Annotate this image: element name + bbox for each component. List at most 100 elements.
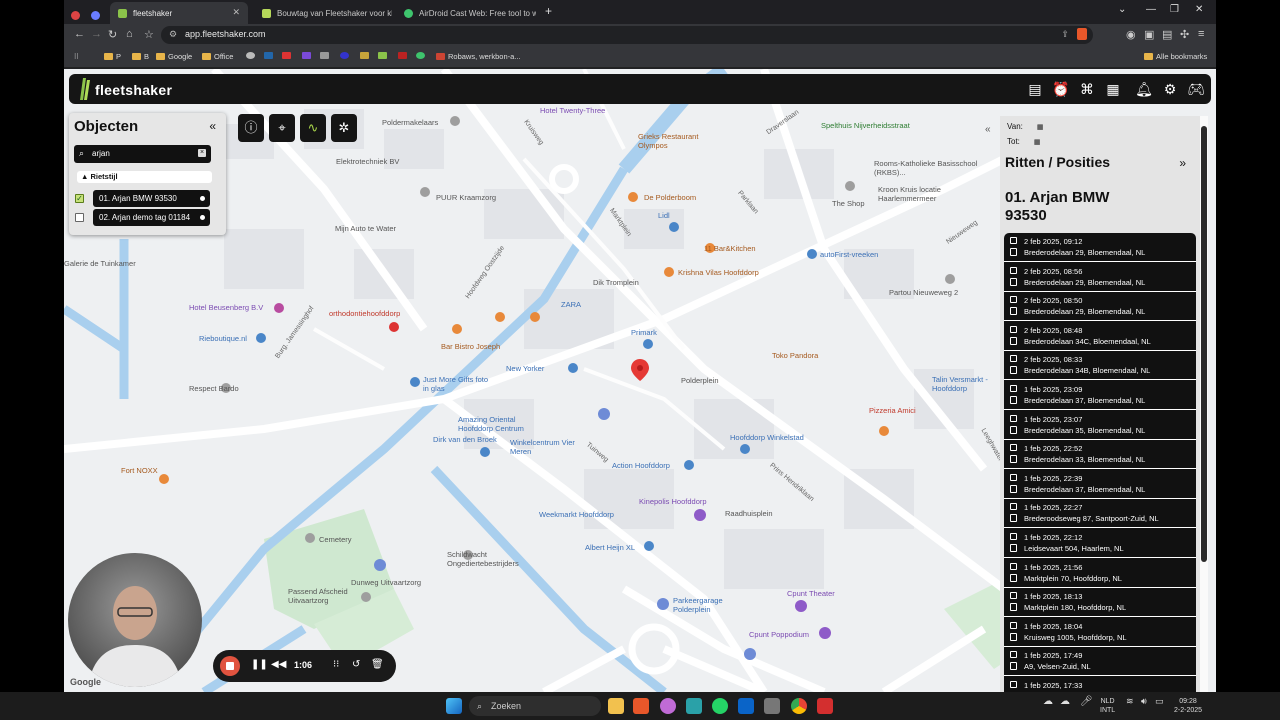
collapse-panel-button[interactable]: « [209,119,216,133]
microphone-icon[interactable]: 🎤︎ [1080,697,1093,707]
whatsapp-icon[interactable] [712,698,728,714]
map-place-label[interactable]: Mijn Auto te Water [335,224,396,233]
minimize-icon[interactable]: — [1146,4,1156,15]
alarm-icon[interactable]: ⏰ [1052,80,1070,98]
clear-search-icon[interactable]: × [198,149,206,157]
trip-entry[interactable]: 1 feb 2025, 18:13 Marktplein 180, Hoofddo… [1004,588,1196,618]
extension-icon[interactable]: ◉ [1126,28,1136,41]
cloud-icon[interactable]: ☁ [1043,697,1053,707]
map-place-label[interactable]: Weekmarkt Hoofddorp [539,510,614,519]
map-place-label[interactable]: Respect Bardo [189,384,239,393]
map-place-label[interactable]: 11 Bar&Kitchen [704,244,756,253]
tab-airdroid[interactable]: AirDroid Cast Web: Free tool to wir [396,2,536,24]
map-place-label[interactable]: Kinepolis Hoofddorp [639,497,707,506]
brave-browser-icon[interactable] [633,698,649,714]
bookmark-icon-item[interactable] [378,52,390,59]
map-place-label[interactable]: Parkeergarage Polderplein [673,596,743,614]
reload-icon[interactable]: ↻ [108,28,117,41]
map-place-label[interactable]: De Polderboom [644,193,696,202]
close-window-icon[interactable]: ✕ [1195,4,1203,15]
map-place-label[interactable]: Primark [631,328,657,337]
map-place-label[interactable]: Schildwacht Ongediertebestrijders [447,550,527,568]
map-place-label[interactable]: Hoofddorp Winkelstad [730,433,804,442]
calendar-icon[interactable]: ▦ [1034,138,1041,146]
map-place-label[interactable]: Raadhuisplein [725,509,773,518]
map-place-label[interactable]: Albert Heijn XL [585,543,635,552]
bookmark-folder[interactable]: Office [202,52,233,61]
map-place-label[interactable]: Rieboutique.nl [199,334,247,343]
route-icon[interactable]: ⌘ [1078,80,1096,98]
home-icon[interactable]: ⌂ [126,28,133,40]
bookmark-folder[interactable]: B [132,52,149,61]
map-place-label[interactable]: PUUR Kraamzorg [436,193,496,202]
bookmark-robaws[interactable]: Robaws, werkbon-a... [436,52,521,61]
apps-icon[interactable]: ⁝⁝ [74,52,79,61]
map-place-label[interactable]: Just More Gifts foto in glas [423,375,493,393]
date-from-field[interactable]: Van: ▦ [1007,122,1044,131]
map-place-label[interactable]: Spelthuis Nijverheidsstraat [821,121,911,130]
map-place-label[interactable]: Cemetery [319,535,352,544]
object-checkbox[interactable] [75,213,84,222]
outlook-icon[interactable] [738,698,754,714]
object-checkbox[interactable]: ✓ [75,194,84,203]
bell-icon[interactable]: 🔔︎ [1135,80,1153,98]
clock[interactable]: 09:28 2-2-2025 [1174,697,1202,715]
bookmark-icon-item[interactable] [282,52,294,59]
map-place-label[interactable]: The Shop [832,199,865,208]
trip-entry[interactable]: 1 feb 2025, 21:56 Marktplein 70, Hoofddor… [1004,559,1196,588]
close-tab-icon[interactable]: ✕ [232,7,240,18]
trip-entry[interactable]: 1 feb 2025, 22:39 Brederodelaan 37, Bloem… [1004,470,1196,499]
map-place-label[interactable]: Cpunt Theater [787,589,835,598]
map-place-label[interactable]: Bar Bistro Joseph [441,342,500,351]
battery-icon[interactable]: ▭ [1155,697,1164,706]
map-place-label[interactable]: Hotel Twenty-Three [540,106,605,115]
location-button[interactable]: ⌖ [269,114,295,142]
map-place-label[interactable]: Amazing Oriental Hoofddorp Centrum [458,415,540,433]
trip-entry[interactable]: 1 feb 2025, 22:12 Leidsevaart 504, Haarle… [1004,529,1196,558]
map-place-label[interactable]: orthodontiehoofddorp [329,309,400,318]
trip-entry[interactable]: 1 feb 2025, 17:33 [1004,677,1196,692]
trip-entry[interactable]: 2 feb 2025, 09:12 Brederodelaan 29, Bloem… [1004,233,1196,262]
bookmark-icon-item[interactable] [360,52,372,59]
restore-icon[interactable]: ❐ [1170,4,1179,15]
trip-entry[interactable]: 2 feb 2025, 08:50 Brederodelaan 29, Bloem… [1004,292,1196,322]
map-place-label[interactable]: Action Hoofddorp [612,461,670,470]
app-icon[interactable] [764,698,780,714]
map-place-label[interactable]: Partou Nieuweweg 2 [889,288,958,297]
app-logo[interactable]: fleetshaker [95,82,172,98]
bookmark-icon-item[interactable] [398,52,410,59]
menu-icon[interactable]: ≡ [1198,28,1204,40]
map-place-label[interactable]: ZARA [561,300,581,309]
map-place-label[interactable]: Krishna Vilas Hoofddorp [678,268,768,277]
map-place-label[interactable]: Rooms-Katholieke Basisschool (RKBS)... [874,159,994,177]
calendar-icon[interactable]: ▦ [1037,123,1044,131]
gamepad-icon[interactable]: 🎮︎ [1187,80,1205,98]
map-place-label[interactable]: Pizzeria Amici [869,406,916,415]
bookmark-icon-item[interactable] [416,52,428,59]
brave-shield-icon[interactable] [1077,28,1087,40]
tab-search-icon[interactable]: ⌄ [1118,4,1126,15]
trash-icon[interactable]: 🗑︎ [371,659,384,670]
route-button[interactable]: ∿ [300,114,326,142]
map-place-label[interactable]: Passend Afscheid Uitvaartzorg [288,587,358,605]
scrollbar-thumb[interactable] [1201,126,1207,562]
bookmark-icon-item[interactable] [320,52,332,59]
trip-entry[interactable]: 1 feb 2025, 18:04 Kruisweg 1005, Hoofddor… [1004,618,1196,647]
puzzle-icon[interactable]: ✣ [1180,28,1189,41]
bookmark-icon-item[interactable] [264,52,276,59]
map-place-label[interactable]: Talin Versmarkt - Hoofddorp [932,375,1002,393]
collapse-trips-button[interactable]: « [985,124,991,135]
map-place-label[interactable]: Galerie de Tuinkamer [64,259,136,268]
object-list-item[interactable]: 02. Arjan demo tag 01184 [75,209,210,226]
new-tab-button[interactable]: + [545,4,552,18]
map-place-label[interactable]: autoFirst-vreeken [820,250,878,259]
forward-icon[interactable]: → [91,28,102,40]
share-icon[interactable]: ⇪ [1061,29,1069,40]
trip-entry[interactable]: 1 feb 2025, 23:07 Brederodelaan 35, Bloem… [1004,411,1196,440]
profile-icon[interactable] [68,4,84,26]
map-place-label[interactable]: Elektrotechniek BV [336,157,399,166]
expand-trips-button[interactable]: » [1179,156,1186,170]
taskbar-search[interactable]: ⌕ Zoeken [469,696,601,716]
gear-icon[interactable]: ⚙ [1161,80,1179,98]
file-explorer-icon[interactable] [608,698,624,714]
